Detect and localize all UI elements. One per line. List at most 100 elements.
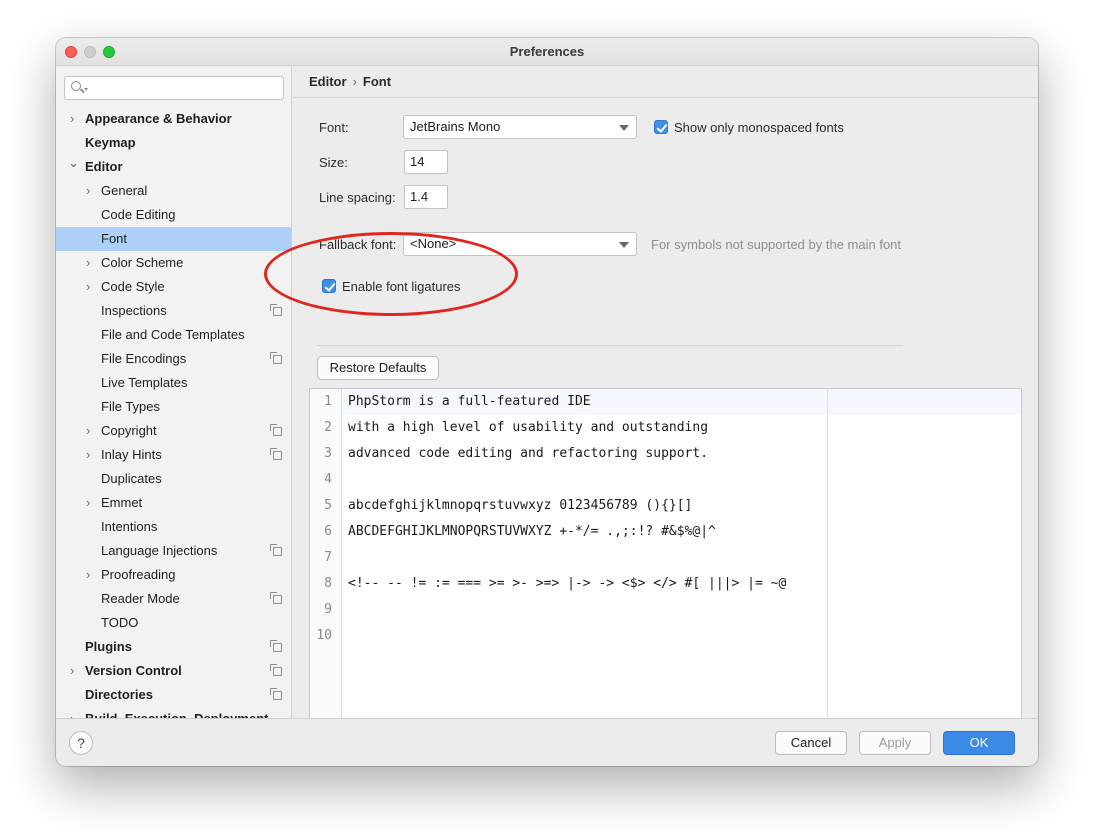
fallback-font-select[interactable]: <None> [403, 232, 637, 256]
sidebar-item-todo[interactable]: TODO [56, 611, 291, 635]
show-only-monospaced-label[interactable]: Show only monospaced fonts [674, 120, 844, 136]
sidebar-item-label: Duplicates [101, 471, 162, 486]
zoom-window-button[interactable] [103, 46, 115, 58]
breadcrumb-parent[interactable]: Editor [309, 74, 347, 89]
sidebar-item-inlay-hints[interactable]: › Inlay Hints [56, 443, 291, 467]
sidebar-item-build-execution-deployment[interactable]: › Build, Execution, Deployment [56, 707, 291, 718]
project-level-settings-icon [270, 352, 282, 364]
restore-defaults-button[interactable]: Restore Defaults [317, 356, 439, 380]
sidebar-item-language-injections[interactable]: Language Injections [56, 539, 291, 563]
sidebar-item-label: Code Editing [101, 207, 176, 222]
sidebar-item-font[interactable]: Font [56, 227, 291, 251]
sidebar-item-duplicates[interactable]: Duplicates [56, 467, 291, 491]
sidebar-item-file-types[interactable]: File Types [56, 395, 291, 419]
line-number: 9 [324, 602, 332, 617]
code-line: <!-- -- != := === >= >- >=> |-> -> <$> <… [348, 576, 787, 591]
chevron-right-icon[interactable]: › [86, 419, 90, 443]
window-title: Preferences [509, 44, 585, 59]
sidebar-item-label: Version Control [85, 663, 182, 678]
settings-search-input[interactable] [64, 76, 284, 100]
cancel-button[interactable]: Cancel [775, 731, 847, 755]
enable-font-ligatures-label[interactable]: Enable font ligatures [342, 279, 461, 295]
sidebar-item-keymap[interactable]: Keymap [56, 131, 291, 155]
line-number-gutter: 1 2 3 4 5 6 7 8 9 10 [310, 389, 342, 731]
size-input[interactable]: 14 [404, 150, 448, 174]
minimize-window-button[interactable] [84, 46, 96, 58]
ok-button[interactable]: OK [943, 731, 1015, 755]
sidebar-item-label: Language Injections [101, 543, 218, 558]
help-button[interactable]: ? [69, 731, 93, 755]
fallback-font-label: Fallback font: [319, 237, 397, 252]
settings-content-panel: Editor › Font Font: JetBrains Mono Show on… [293, 67, 1038, 732]
sidebar-item-label: Inlay Hints [101, 447, 162, 462]
line-number: 2 [324, 420, 332, 435]
close-window-button[interactable] [65, 46, 77, 58]
sidebar-item-label: Font [101, 231, 128, 246]
sidebar-item-general[interactable]: › General [56, 179, 291, 203]
line-spacing-input[interactable]: 1.4 [404, 185, 448, 209]
title-bar: Preferences [56, 38, 1038, 66]
sidebar-item-live-templates[interactable]: Live Templates [56, 371, 291, 395]
chevron-right-icon[interactable]: › [86, 443, 90, 467]
sidebar-item-version-control[interactable]: › Version Control [56, 659, 291, 683]
sidebar-item-label: Appearance & Behavior [85, 111, 232, 126]
sidebar-item-label: Keymap [85, 135, 136, 150]
sidebar-item-label: File and Code Templates [101, 327, 245, 342]
sidebar-item-emmet[interactable]: › Emmet [56, 491, 291, 515]
sidebar-item-code-style[interactable]: › Code Style [56, 275, 291, 299]
chevron-right-icon[interactable]: › [70, 707, 74, 718]
sidebar-item-appearance-behavior[interactable]: › Appearance & Behavior [56, 107, 291, 131]
sidebar-item-color-scheme[interactable]: › Color Scheme [56, 251, 291, 275]
fallback-font-select-value: <None> [410, 236, 457, 251]
apply-button[interactable]: Apply [859, 731, 931, 755]
sidebar-item-label: Copyright [101, 423, 157, 438]
font-label: Font: [319, 120, 349, 135]
chevron-right-icon[interactable]: › [86, 491, 90, 515]
font-select[interactable]: JetBrains Mono [403, 115, 637, 139]
sidebar-item-directories[interactable]: Directories [56, 683, 291, 707]
sidebar-item-inspections[interactable]: Inspections [56, 299, 291, 323]
sidebar-item-plugins[interactable]: Plugins [56, 635, 291, 659]
line-number: 3 [324, 446, 332, 461]
chevron-right-icon[interactable]: › [86, 179, 90, 203]
line-spacing-label: Line spacing: [319, 190, 396, 205]
sidebar-item-label: File Types [101, 399, 161, 414]
chevron-right-icon[interactable]: › [70, 107, 74, 131]
sidebar-item-label: Emmet [101, 495, 143, 510]
chevron-right-icon[interactable]: › [70, 659, 74, 683]
sidebar-item-label: Inspections [101, 303, 167, 318]
sidebar-item-label: Editor [85, 159, 123, 174]
breadcrumb: Editor › Font [309, 74, 391, 90]
section-divider [317, 345, 903, 346]
sidebar-item-proofreading[interactable]: › Proofreading [56, 563, 291, 587]
sidebar-item-copyright[interactable]: › Copyright [56, 419, 291, 443]
project-level-settings-icon [270, 424, 282, 436]
sidebar-item-intentions[interactable]: Intentions [56, 515, 291, 539]
dropdown-arrow-icon [619, 125, 629, 131]
sidebar-item-file-encodings[interactable]: File Encodings [56, 347, 291, 371]
sidebar-item-file-and-code-templates[interactable]: File and Code Templates [56, 323, 291, 347]
sidebar-item-label: File Encodings [101, 351, 187, 366]
chevron-right-icon[interactable]: › [86, 563, 90, 587]
project-level-settings-icon [270, 592, 282, 604]
breadcrumb-separator: › [352, 74, 357, 89]
enable-font-ligatures-checkbox[interactable] [322, 279, 336, 293]
font-select-value: JetBrains Mono [410, 119, 501, 134]
line-number: 5 [324, 498, 332, 513]
search-options-dropdown-icon[interactable] [84, 88, 88, 91]
line-number: 1 [324, 394, 332, 409]
font-preview-editor[interactable]: 1 2 3 4 5 6 7 8 9 10 PhpStorm is a full-… [309, 388, 1022, 732]
line-number: 4 [324, 472, 332, 487]
dropdown-arrow-icon [619, 242, 629, 248]
breadcrumb-current: Font [362, 74, 392, 89]
show-only-monospaced-checkbox[interactable] [654, 120, 668, 134]
sidebar-item-code-editing[interactable]: Code Editing [56, 203, 291, 227]
line-number: 10 [316, 628, 332, 643]
sidebar-item-label: Plugins [85, 639, 132, 654]
dialog-footer: ? Cancel Apply OK [56, 718, 1038, 766]
chevron-right-icon[interactable]: › [86, 275, 90, 299]
sidebar-item-reader-mode[interactable]: Reader Mode [56, 587, 291, 611]
sidebar-item-editor[interactable]: ⌄ Editor [56, 155, 291, 179]
chevron-down-icon[interactable]: ⌄ [68, 151, 79, 175]
chevron-right-icon[interactable]: › [86, 251, 90, 275]
